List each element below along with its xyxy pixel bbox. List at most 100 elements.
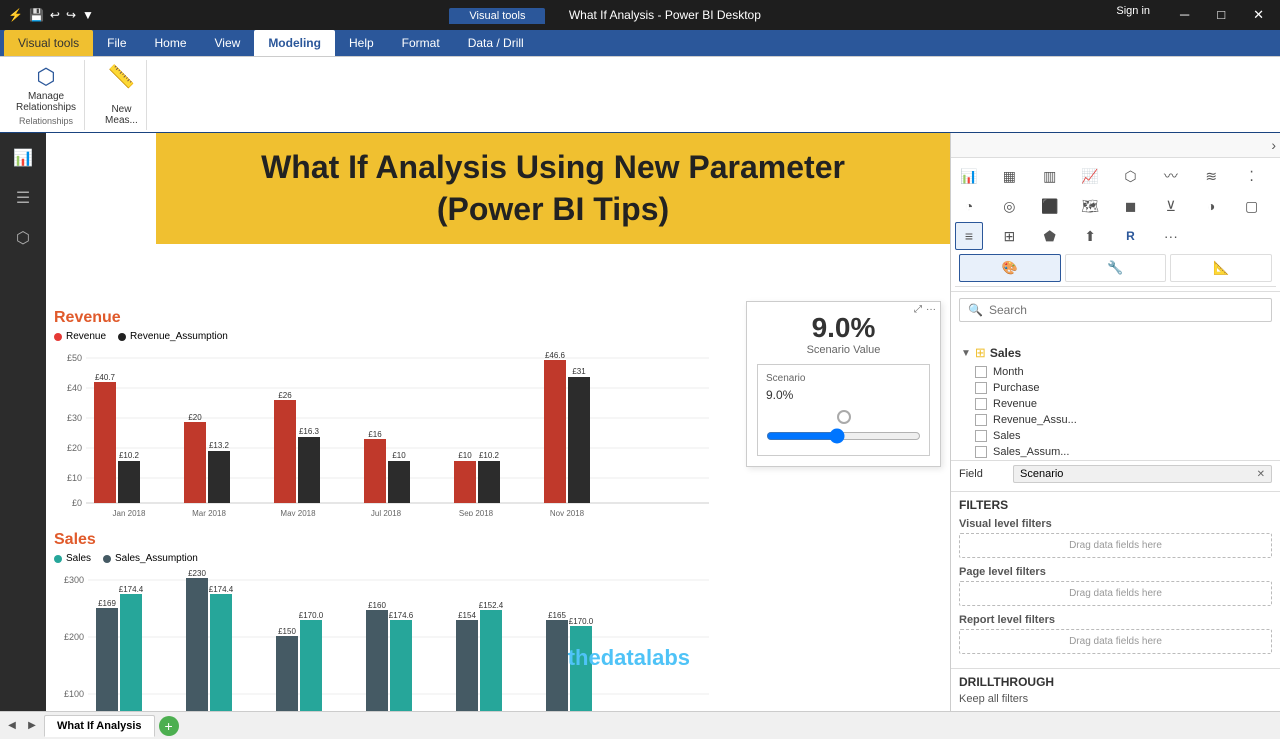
- add-tab-btn[interactable]: +: [159, 716, 179, 736]
- drillthrough-section: DRILLTHROUGH Keep all filters: [951, 668, 1280, 711]
- svg-text:£20: £20: [67, 443, 82, 453]
- ribbon-group-relationships: ⬡ ManageRelationships Relationships: [8, 60, 85, 130]
- viz-icon-more[interactable]: ···: [1157, 222, 1185, 250]
- viz-icon-matrix[interactable]: ⬟: [1036, 222, 1064, 250]
- field-group-sales-header[interactable]: ▼ ⊞ Sales: [959, 342, 1272, 364]
- viz-icon-donut[interactable]: ◎: [995, 192, 1023, 220]
- tab-modeling[interactable]: Modeling: [254, 30, 335, 56]
- viz-icon-bar[interactable]: 📊: [955, 162, 983, 190]
- revenue-legend-label: Revenue: [66, 331, 106, 342]
- new-measure-label: NewMeas...: [105, 104, 138, 126]
- viz-icon-gauge[interactable]: ◑: [1197, 192, 1225, 220]
- viz-icon-kpi[interactable]: ⬆: [1076, 222, 1104, 250]
- field-revenue-checkbox[interactable]: [975, 398, 987, 410]
- close-btn[interactable]: ✕: [1245, 5, 1272, 25]
- tab-format[interactable]: Format: [388, 30, 454, 56]
- minimize-btn[interactable]: ─: [1172, 5, 1197, 25]
- viz-icon-area[interactable]: ⬡: [1117, 162, 1145, 190]
- viz-icon-line[interactable]: 📈: [1076, 162, 1104, 190]
- tab-help[interactable]: Help: [335, 30, 388, 56]
- field-month[interactable]: Month: [959, 364, 1272, 380]
- tab-file[interactable]: File: [93, 30, 140, 56]
- revenue-legend-item: Revenue: [54, 331, 106, 342]
- svg-text:£16.3: £16.3: [299, 427, 320, 436]
- scenario-box-title: Scenario: [766, 373, 921, 384]
- visual-level-drop-zone[interactable]: Drag data fields here: [959, 533, 1272, 558]
- ribbon-content: ⬡ ManageRelationships Relationships 📏 Ne…: [0, 56, 1280, 132]
- viz-analytics-btn[interactable]: 🔧: [1065, 254, 1167, 282]
- sign-in-btn[interactable]: Sign in: [1116, 5, 1150, 25]
- sidebar-report-view[interactable]: 📊: [6, 141, 40, 175]
- quick-access-arrow[interactable]: ▼: [82, 8, 94, 22]
- new-measure-icon[interactable]: 📏: [108, 64, 135, 90]
- viz-icon-100-bar[interactable]: ▥: [1036, 162, 1064, 190]
- viz-icon-card[interactable]: ▢: [1238, 192, 1266, 220]
- quick-save[interactable]: 💾: [29, 8, 44, 22]
- svg-text:May 2018: May 2018: [280, 509, 316, 516]
- tab-home[interactable]: Home: [141, 30, 201, 56]
- maximize-btn[interactable]: □: [1209, 5, 1233, 25]
- manage-relationships-icon[interactable]: ⬡: [36, 64, 55, 90]
- redo-btn[interactable]: ↪: [66, 8, 76, 22]
- viz-icon-pie[interactable]: ◔: [955, 192, 983, 220]
- viz-format-btn[interactable]: 🎨: [959, 254, 1061, 282]
- scenario-slider[interactable]: [766, 428, 921, 444]
- viz-icon-waterfall[interactable]: ≋: [1197, 162, 1225, 190]
- tab-visual-tools[interactable]: Visual tools: [4, 30, 93, 56]
- tab-data-drill[interactable]: Data / Drill: [454, 30, 538, 56]
- ribbon: Visual tools File Home View Modeling Hel…: [0, 30, 1280, 133]
- field-sales-assum-checkbox[interactable]: [975, 446, 987, 458]
- svg-text:£170.0: £170.0: [299, 611, 324, 620]
- svg-text:£50: £50: [67, 353, 82, 363]
- field-revenue-assu[interactable]: Revenue_Assu...: [959, 412, 1272, 428]
- svg-text:£170.0: £170.0: [569, 617, 594, 626]
- viz-icon-slicer[interactable]: ≡: [955, 222, 983, 250]
- viz-icon-treemap[interactable]: ⬛: [1036, 192, 1064, 220]
- field-purchase[interactable]: Purchase: [959, 380, 1272, 396]
- search-icon: 🔍: [968, 303, 983, 317]
- filter-page-level: Page level filters Drag data fields here: [959, 566, 1272, 606]
- sales-legend-label: Sales: [66, 553, 91, 564]
- scenario-more-icon[interactable]: ···: [926, 304, 936, 315]
- svg-text:£230: £230: [188, 569, 206, 578]
- left-sidebar: 📊 ☰ ⬡: [0, 133, 46, 711]
- tab-view[interactable]: View: [201, 30, 255, 56]
- viz-icon-r-visual[interactable]: R: [1117, 222, 1145, 250]
- panel-collapse-btn[interactable]: ›: [1271, 137, 1276, 153]
- field-well-row: Field Scenario ✕: [959, 465, 1272, 483]
- field-month-label: Month: [993, 366, 1024, 378]
- search-input[interactable]: [989, 303, 1263, 317]
- sales-assumption-legend-label: Sales_Assumption: [115, 553, 198, 564]
- viz-fields-btn[interactable]: 📐: [1170, 254, 1272, 282]
- report-level-drop-zone[interactable]: Drag data fields here: [959, 629, 1272, 654]
- field-revenue[interactable]: Revenue: [959, 396, 1272, 412]
- svg-text:Sep 2018: Sep 2018: [459, 509, 494, 516]
- page-level-drop-zone[interactable]: Drag data fields here: [959, 581, 1272, 606]
- revenue-chart-svg: £50 £40 £30 £20 £10 £0 £40.7 £10.2 Jan 2…: [54, 346, 714, 516]
- field-revenue-assu-checkbox[interactable]: [975, 414, 987, 426]
- sidebar-data-view[interactable]: ☰: [6, 181, 40, 215]
- field-sales-assum[interactable]: Sales_Assum...: [959, 444, 1272, 460]
- scenario-expand-icon[interactable]: ⤢: [914, 304, 922, 315]
- viz-icon-stacked-bar[interactable]: ▦: [995, 162, 1023, 190]
- scenario-label: Scenario Value: [757, 344, 930, 356]
- undo-btn[interactable]: ↩: [50, 8, 60, 22]
- scenario-slider-handle[interactable]: [837, 410, 851, 424]
- viz-icon-scatter[interactable]: ⁚: [1238, 162, 1266, 190]
- revenue-chart-container: Revenue Revenue Revenue_Assumption £50 £…: [46, 301, 736, 521]
- viz-icon-map[interactable]: 🗺: [1076, 192, 1104, 220]
- filters-panel: FILTERS Visual level filters Drag data f…: [951, 491, 1280, 668]
- field-sales-checkbox[interactable]: [975, 430, 987, 442]
- svg-text:£154: £154: [458, 611, 476, 620]
- viz-icon-ribbon[interactable]: 〰: [1157, 162, 1185, 190]
- tab-what-if-analysis[interactable]: What If Analysis: [44, 715, 155, 737]
- filters-title: FILTERS: [959, 498, 1272, 512]
- field-sales[interactable]: Sales: [959, 428, 1272, 444]
- viz-icon-funnel[interactable]: ⊻: [1157, 192, 1185, 220]
- field-month-checkbox[interactable]: [975, 366, 987, 378]
- viz-icon-filled-map[interactable]: ◼: [1117, 192, 1145, 220]
- viz-icon-table[interactable]: ⊞: [995, 222, 1023, 250]
- field-well-remove-btn[interactable]: ✕: [1257, 469, 1265, 480]
- field-purchase-checkbox[interactable]: [975, 382, 987, 394]
- sidebar-model-view[interactable]: ⬡: [6, 221, 40, 255]
